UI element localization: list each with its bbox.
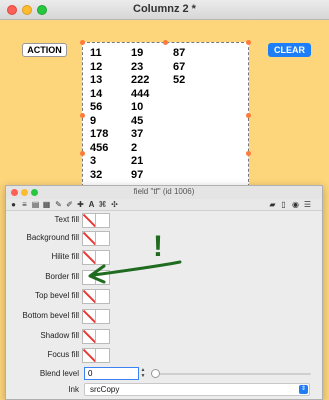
blend-label: Blend level <box>39 369 79 378</box>
property-label: Shadow fill <box>40 331 79 340</box>
color-swatch[interactable] <box>82 289 110 304</box>
inspector-toolbar: ● ≡ ▤ ▦ ✎ ✐ ✚ A ⌘ ✣ ▰ ▯ ◉ ☰ <box>6 199 322 211</box>
cell: 45 <box>131 114 144 127</box>
cell: 23 <box>131 60 144 73</box>
globe-icon[interactable]: ◉ <box>291 200 300 209</box>
column-1: 11 12 13 14 56 9 178 456 3 32 <box>90 47 131 182</box>
ink-select[interactable]: srcCopy ⇕ <box>84 383 310 396</box>
field-columns: 11 12 13 14 56 9 178 456 3 32 19 23 222 … <box>90 47 213 182</box>
gear-icon[interactable]: ✣ <box>110 200 119 209</box>
cell: 12 <box>90 60 103 73</box>
chevron-updown-icon: ⇕ <box>299 385 308 394</box>
main-titlebar: Columnz 2 * <box>0 0 329 20</box>
property-row: Background fill <box>6 231 322 246</box>
cell: 14 <box>90 87 103 100</box>
property-row: Hilite fill <box>6 250 322 265</box>
column-2: 19 23 222 444 10 45 37 2 21 97 <box>131 47 173 182</box>
color-swatch[interactable] <box>82 250 110 265</box>
color-swatch[interactable] <box>82 270 110 285</box>
cell: 21 <box>131 155 144 167</box>
cell: 456 <box>90 141 109 154</box>
inspector-titlebar: field "tf" (id 1006) <box>6 186 322 199</box>
resize-handle[interactable] <box>246 40 251 45</box>
blend-stepper[interactable]: ▲ ▼ <box>140 367 146 380</box>
cell: 10 <box>131 101 144 113</box>
color-swatch[interactable] <box>82 348 110 363</box>
info-icon[interactable]: ● <box>9 200 18 209</box>
cell: 222 <box>131 74 150 86</box>
cell: 11 <box>90 47 102 59</box>
cell: 67 <box>173 60 186 73</box>
cell: 87 <box>173 47 186 59</box>
blend-slider-track[interactable] <box>156 373 311 375</box>
property-row: Bottom bevel fill <box>6 309 322 324</box>
text-icon[interactable]: A <box>87 200 96 209</box>
ink-select-value: srcCopy <box>90 385 120 394</box>
text-field[interactable]: 11 12 13 14 56 9 178 456 3 32 19 23 222 … <box>80 40 251 192</box>
ink-row: Ink srcCopy ⇕ <box>6 383 322 398</box>
cell: 97 <box>131 168 144 181</box>
property-row: Shadow fill <box>6 329 322 344</box>
document-icon[interactable]: ▯ <box>279 200 288 209</box>
resize-handle[interactable] <box>246 113 251 118</box>
lock-icon[interactable]: ▰ <box>268 200 277 209</box>
list-icon[interactable]: ≡ <box>20 200 29 209</box>
cell: 56 <box>90 101 103 113</box>
property-inspector: field "tf" (id 1006) ● ≡ ▤ ▦ ✎ ✐ ✚ A ⌘ ✣… <box>5 185 323 400</box>
pencil-icon[interactable]: ✎ <box>54 200 63 209</box>
color-swatch[interactable] <box>82 329 110 344</box>
cell: 32 <box>90 168 103 181</box>
resize-handle[interactable] <box>246 151 251 156</box>
action-button[interactable]: ACTION <box>22 43 67 57</box>
main-window: Columnz 2 * ACTION CLEAR 11 12 13 14 56 … <box>0 0 329 400</box>
column-3: 87 67 52 <box>173 47 213 182</box>
window-title: Columnz 2 * <box>133 3 196 15</box>
property-label: Border fill <box>45 272 79 281</box>
inspector-title: field "tf" (id 1006) <box>133 187 195 196</box>
property-row: Focus fill <box>6 348 322 363</box>
resize-handle[interactable] <box>80 113 85 118</box>
cell: 37 <box>131 128 144 140</box>
blend-slider-knob[interactable] <box>151 369 160 378</box>
property-label: Background fill <box>26 233 79 242</box>
property-label: Bottom bevel fill <box>22 311 79 320</box>
cell: 3 <box>90 155 97 167</box>
property-row: Text fill <box>6 213 322 228</box>
cell: 9 <box>90 114 97 127</box>
cell: 444 <box>131 87 150 100</box>
cell: 13 <box>90 74 103 86</box>
database-icon[interactable]: ▤ <box>31 200 40 209</box>
property-label: Top bevel fill <box>34 291 79 300</box>
resize-handle[interactable] <box>80 151 85 156</box>
plus-icon[interactable]: ✚ <box>76 200 85 209</box>
link-icon[interactable]: ⌘ <box>98 200 107 209</box>
color-swatch[interactable] <box>82 309 110 324</box>
property-row: Border fill <box>6 270 322 285</box>
property-row: Top bevel fill <box>6 289 322 304</box>
table-icon[interactable]: ▦ <box>42 200 51 209</box>
cell: 2 <box>131 141 138 154</box>
cell: 52 <box>173 74 186 86</box>
brush-icon[interactable]: ✐ <box>65 200 74 209</box>
ink-label: Ink <box>68 385 79 394</box>
property-label: Hilite fill <box>51 252 79 261</box>
property-label: Text fill <box>54 215 79 224</box>
resize-handle[interactable] <box>80 40 85 45</box>
color-swatch[interactable] <box>82 231 110 246</box>
property-label: Focus fill <box>47 350 79 359</box>
clear-button[interactable]: CLEAR <box>268 43 311 57</box>
resize-handle[interactable] <box>163 40 168 45</box>
cell: 178 <box>90 128 109 140</box>
color-swatch[interactable] <box>82 213 110 228</box>
blend-level-input[interactable]: 0 <box>84 367 139 380</box>
menu-icon[interactable]: ☰ <box>303 200 312 209</box>
blend-row: Blend level 0 ▲ ▼ <box>6 367 322 382</box>
cell: 19 <box>131 47 144 59</box>
